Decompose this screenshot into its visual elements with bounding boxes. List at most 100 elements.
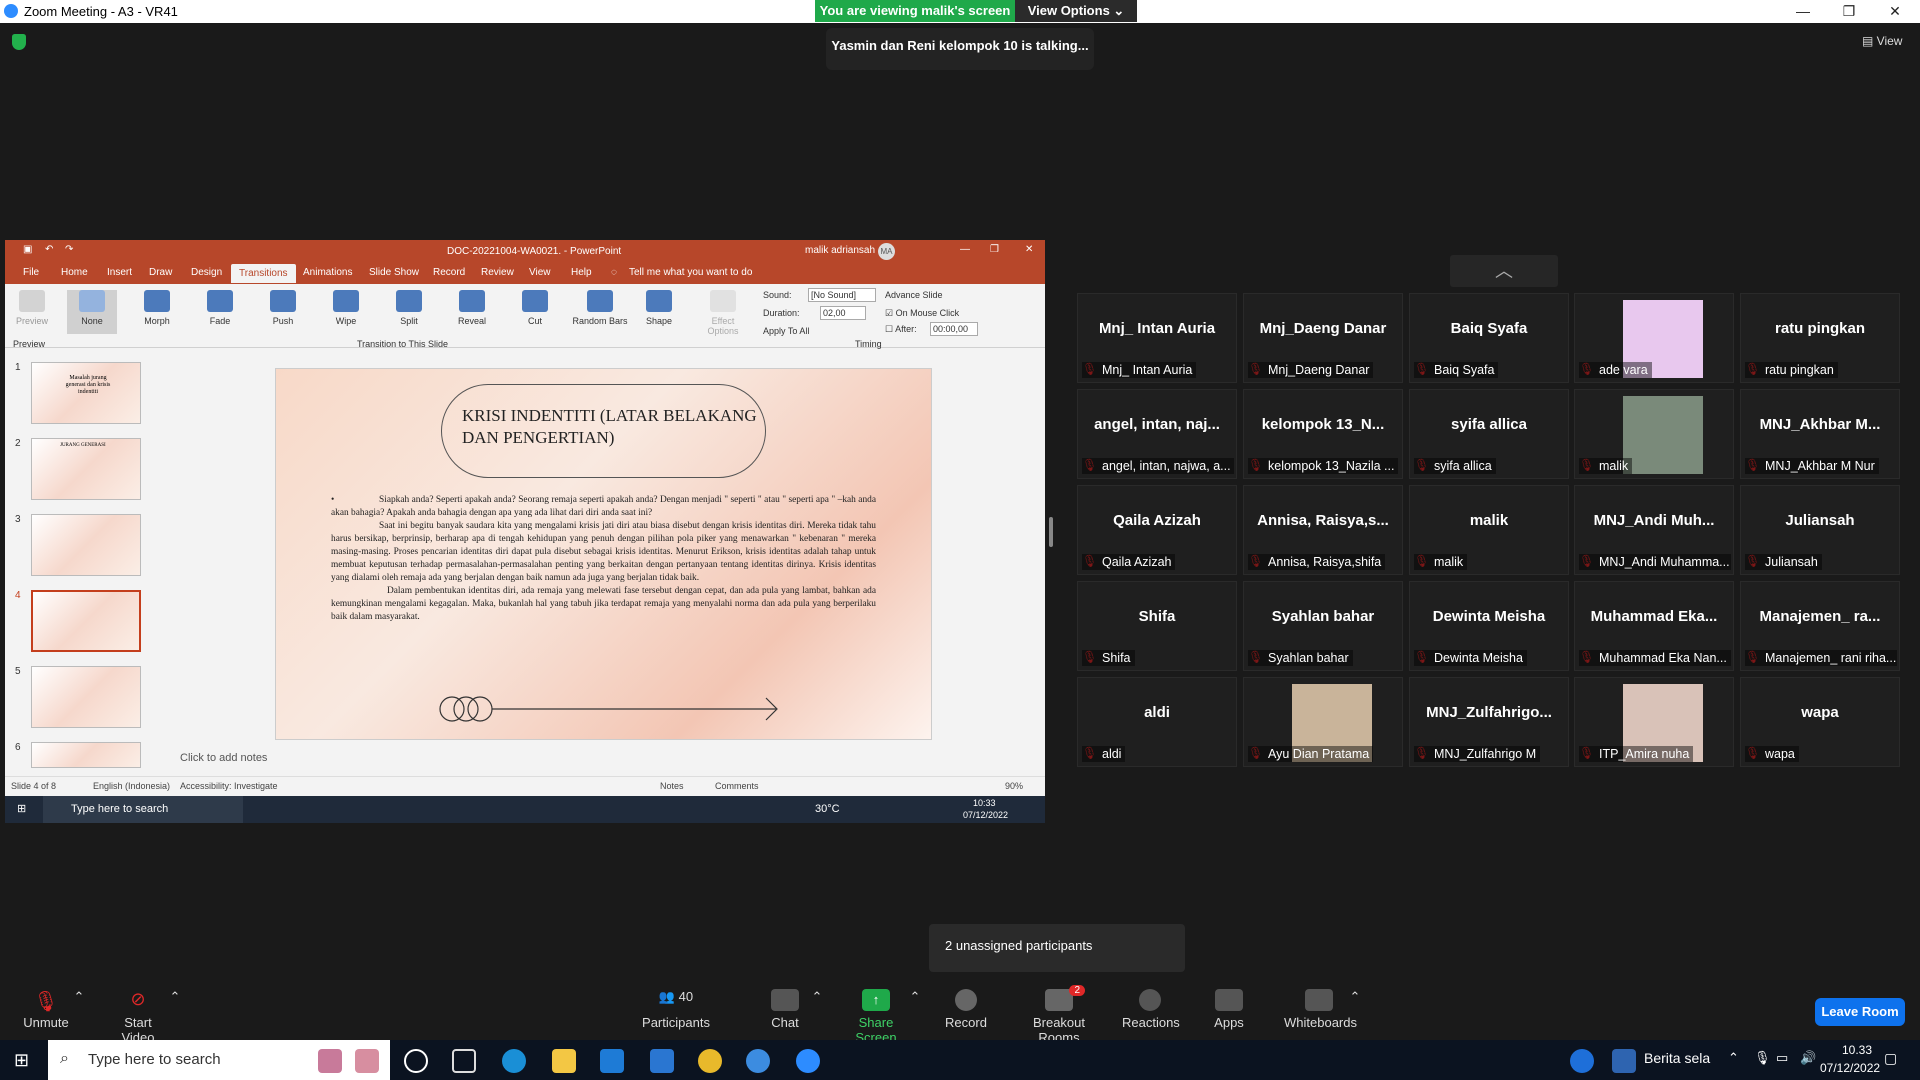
cortana-icon[interactable] bbox=[404, 1049, 428, 1073]
user-avatar[interactable]: MA bbox=[878, 243, 895, 260]
participant-tile[interactable]: syifa allica 🎙 syifa allica bbox=[1409, 389, 1569, 479]
participant-tile[interactable]: 🎙 Ayu Dian Pratama bbox=[1243, 677, 1403, 767]
participant-tile[interactable]: angel, intan, naj... 🎙 angel, intan, najwa… bbox=[1077, 389, 1237, 479]
mail-icon[interactable] bbox=[650, 1049, 674, 1073]
transition-wipe[interactable]: Wipe bbox=[321, 290, 371, 326]
slide-thumbnail[interactable] bbox=[31, 666, 141, 728]
notes-placeholder[interactable]: Click to add notes bbox=[180, 752, 267, 764]
tab-animations[interactable]: Animations bbox=[303, 267, 352, 278]
redo-icon[interactable]: ↷ bbox=[65, 244, 73, 255]
participant-tile[interactable]: Manajemen_ ra... 🎙 Manajemen_ rani riha... bbox=[1740, 581, 1900, 671]
slide-thumbnail[interactable] bbox=[31, 514, 141, 576]
on-mouse-click-checkbox[interactable]: ☑ On Mouse Click bbox=[885, 308, 959, 319]
file-explorer-icon[interactable] bbox=[552, 1049, 576, 1073]
tab-slide-show[interactable]: Slide Show bbox=[369, 267, 419, 278]
slide-thumbnails-pane[interactable]: 1 Masalah jurang generasi dan krisis ind… bbox=[5, 352, 165, 772]
participant-tile[interactable]: malik 🎙 malik bbox=[1409, 485, 1569, 575]
whiteboard-options-caret[interactable]: ⌃ bbox=[1348, 989, 1362, 1005]
slide-thumbnail[interactable]: Masalah jurang generasi dan krisis inden… bbox=[31, 362, 141, 424]
tab-record[interactable]: Record bbox=[433, 267, 465, 278]
unassigned-participants-notice[interactable]: 2 unassigned participants bbox=[929, 924, 1185, 972]
share-screen-button[interactable]: ↑ Share Screen bbox=[840, 989, 912, 1045]
shared-screen[interactable]: ▣ ↶ ↷ DOC-20221004-WA0021. - PowerPoint … bbox=[5, 240, 1045, 823]
edge-icon[interactable] bbox=[502, 1049, 526, 1073]
transition-random-bars[interactable]: Random Bars bbox=[571, 290, 629, 326]
participant-tile[interactable]: 🎙 ITP_Amira nuha bbox=[1574, 677, 1734, 767]
language-status[interactable]: English (Indonesia) bbox=[93, 781, 170, 791]
effect-options-button[interactable]: Effect Options bbox=[703, 290, 743, 336]
view-options-button[interactable]: View Options ⌄ bbox=[1015, 0, 1137, 22]
app-thumbnail-icon[interactable] bbox=[318, 1049, 342, 1073]
ppt-minimize-icon[interactable]: — bbox=[960, 244, 970, 255]
slide-thumbnail[interactable]: JURANG GENERASI bbox=[31, 438, 141, 500]
share-options-caret[interactable]: ⌃ bbox=[908, 989, 922, 1005]
participant-tile[interactable]: Shifa 🎙 Shifa bbox=[1077, 581, 1237, 671]
volume-icon[interactable]: 🔊 bbox=[1800, 1050, 1816, 1066]
participant-tile[interactable]: Mnj_Daeng Danar 🎙 Mnj_Daeng Danar bbox=[1243, 293, 1403, 383]
sound-select[interactable]: [No Sound] bbox=[808, 288, 876, 302]
maximize-icon[interactable]: ❐ bbox=[1826, 0, 1872, 23]
participants-button[interactable]: 👥 40 Participants bbox=[640, 989, 712, 1030]
participant-tile[interactable]: Muhammad Eka... 🎙 Muhammad Eka Nan... bbox=[1574, 581, 1734, 671]
participant-tile[interactable]: Mnj_ Intan Auria 🎙 Mnj_ Intan Auria bbox=[1077, 293, 1237, 383]
notifications-icon[interactable]: ▢ bbox=[1884, 1050, 1897, 1067]
after-checkbox[interactable]: ☐ After: bbox=[885, 324, 917, 335]
tab-help[interactable]: Help bbox=[571, 267, 592, 278]
windows-start-icon[interactable]: ⊞ bbox=[17, 802, 26, 815]
record-button[interactable]: Record bbox=[945, 989, 987, 1030]
view-button[interactable]: ▤ View bbox=[1862, 34, 1902, 48]
preview-button[interactable]: Preview bbox=[7, 290, 57, 326]
participant-tile[interactable]: aldi 🎙 aldi bbox=[1077, 677, 1237, 767]
slide-thumbnail-selected[interactable] bbox=[31, 590, 141, 652]
participant-tile[interactable]: Dewinta Meisha 🎙 Dewinta Meisha bbox=[1409, 581, 1569, 671]
participant-tile[interactable]: Juliansah 🎙 Juliansah bbox=[1740, 485, 1900, 575]
transition-split[interactable]: Split bbox=[384, 290, 434, 326]
tell-me-search[interactable]: Tell me what you want to do bbox=[629, 267, 752, 278]
store-icon[interactable] bbox=[600, 1049, 624, 1073]
leave-room-button[interactable]: Leave Room bbox=[1815, 998, 1905, 1026]
help-icon[interactable] bbox=[1570, 1049, 1594, 1073]
gallery-page-up-icon[interactable]: ︿ bbox=[1450, 255, 1558, 287]
audio-options-caret[interactable]: ⌃ bbox=[72, 989, 86, 1005]
start-video-button[interactable]: ⊘ Start Video bbox=[106, 989, 170, 1045]
splitter-handle[interactable] bbox=[1049, 517, 1053, 547]
slide-title[interactable]: KRISI INDENTITI (LATAR BELAKANG DAN PENG… bbox=[441, 384, 766, 478]
tab-transitions[interactable]: Transitions bbox=[231, 264, 296, 283]
transition-morph[interactable]: Morph bbox=[132, 290, 182, 326]
transition-push[interactable]: Push bbox=[258, 290, 308, 326]
apps-button[interactable]: Apps bbox=[1214, 989, 1244, 1030]
news-icon[interactable] bbox=[1612, 1049, 1636, 1073]
participant-tile[interactable]: Syahlan bahar 🎙 Syahlan bahar bbox=[1243, 581, 1403, 671]
news-ticker[interactable]: Berita sela bbox=[1644, 1050, 1710, 1066]
chrome-icon[interactable] bbox=[698, 1049, 722, 1073]
task-view-icon[interactable] bbox=[452, 1049, 476, 1073]
participant-tile[interactable]: kelompok 13_N... 🎙 kelompok 13_Nazila ... bbox=[1243, 389, 1403, 479]
transition-shape[interactable]: Shape bbox=[634, 290, 684, 326]
transition-fade[interactable]: Fade bbox=[195, 290, 245, 326]
participant-tile[interactable]: Annisa, Raisya,s... 🎙 Annisa, Raisya,shifa bbox=[1243, 485, 1403, 575]
ppt-close-icon[interactable]: ✕ bbox=[1025, 244, 1033, 255]
after-input[interactable]: 00:00,00 bbox=[930, 322, 978, 336]
clock-date[interactable]: 07/12/2022 bbox=[1820, 1061, 1880, 1075]
notes-button[interactable]: Notes bbox=[660, 781, 684, 791]
zoom-app-icon[interactable] bbox=[796, 1049, 820, 1073]
chat-options-caret[interactable]: ⌃ bbox=[810, 989, 824, 1005]
security-shield-icon[interactable] bbox=[12, 34, 26, 50]
tab-review[interactable]: Review bbox=[481, 267, 514, 278]
tray-chevron-icon[interactable]: ⌃ bbox=[1728, 1050, 1739, 1066]
remote-search-box[interactable]: Type here to search bbox=[43, 796, 243, 823]
tab-draw[interactable]: Draw bbox=[149, 267, 172, 278]
breakout-rooms-button[interactable]: 2 Breakout Rooms bbox=[1012, 985, 1106, 1045]
participant-tile[interactable]: MNJ_Zulfahrigo... 🎙 MNJ_Zulfahrigo M bbox=[1409, 677, 1569, 767]
transition-reveal[interactable]: Reveal bbox=[447, 290, 497, 326]
reactions-button[interactable]: Reactions bbox=[1122, 989, 1180, 1030]
clock-time[interactable]: 10.33 bbox=[1842, 1043, 1872, 1057]
participant-tile[interactable]: Baiq Syafa 🎙 Baiq Syafa bbox=[1409, 293, 1569, 383]
accessibility-status[interactable]: Accessibility: Investigate bbox=[180, 781, 278, 791]
save-icon[interactable]: ▣ bbox=[23, 244, 32, 255]
tab-design[interactable]: Design bbox=[191, 267, 222, 278]
tab-view[interactable]: View bbox=[529, 267, 551, 278]
ppt-restore-icon[interactable]: ❐ bbox=[990, 244, 999, 255]
duration-input[interactable]: 02,00 bbox=[820, 306, 866, 320]
teamviewer-icon[interactable] bbox=[746, 1049, 770, 1073]
